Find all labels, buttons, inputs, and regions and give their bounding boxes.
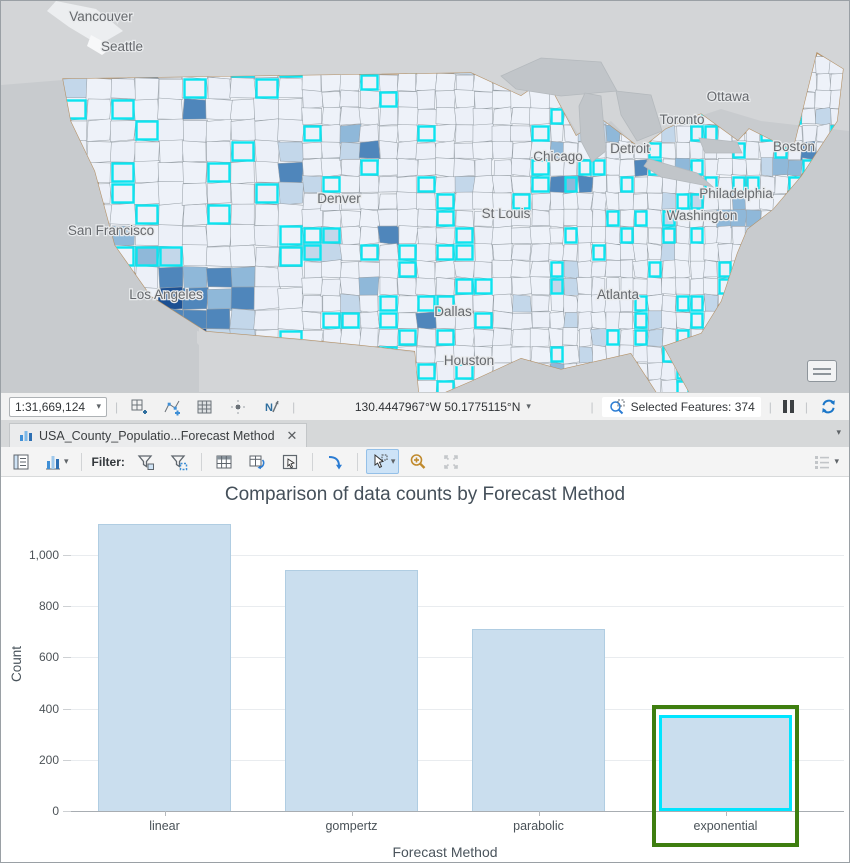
city-label: Boston (773, 139, 815, 154)
zoom-in-mode-button[interactable] (404, 449, 432, 475)
chart-properties-button[interactable] (7, 449, 35, 475)
coordinates-value: 130.4447967°W 50.1775115°N (354, 399, 521, 414)
x-tick (538, 811, 540, 816)
separator: | (590, 399, 594, 414)
close-icon[interactable]: ✕ (281, 428, 298, 444)
bar-linear[interactable] (98, 524, 231, 811)
y-tick (63, 811, 71, 812)
bar-chart-icon (20, 431, 32, 441)
usa-county-map[interactable]: Vancouver Seattle San Francisco Los Angeles… (1, 1, 849, 392)
map-coordinates[interactable]: 130.4447967°W 50.1775115°N ▾ (355, 400, 531, 414)
filter-by-selection-button[interactable] (132, 449, 160, 475)
sketch-edit-icon[interactable] (159, 395, 185, 419)
y-tick-label: 200 (38, 752, 59, 767)
separator (356, 452, 358, 471)
bar-gompertz[interactable] (285, 570, 418, 811)
city-label: Denver (317, 191, 361, 206)
separator: | (804, 399, 808, 414)
y-tick (63, 708, 71, 710)
map-statusbar: 1:31,669,124 ▾ | N | 130.4447967°W 50.17… (1, 392, 849, 420)
city-label: Dallas (434, 304, 472, 319)
grid-plus-icon[interactable] (126, 395, 152, 419)
city-label: Toronto (659, 112, 704, 127)
city-label: Ottawa (707, 89, 750, 104)
separator: | (768, 399, 772, 414)
x-tick (164, 811, 166, 816)
map-scale-value: 1:31,669,124 (15, 399, 86, 414)
y-tick-label: 800 (38, 599, 59, 614)
chart-tab-strip: USA_County_Populatio...Forecast Method ✕… (1, 420, 849, 447)
separator (200, 452, 202, 471)
arcgis-window: Vancouver Seattle San Francisco Los Angeles… (0, 0, 850, 863)
chart-gallery-button[interactable]: ▾ (40, 449, 73, 475)
chart-panel: Comparison of data counts by Forecast Me… (1, 477, 849, 862)
refresh-icon[interactable] (816, 395, 841, 418)
highlight-annotation-box (652, 705, 799, 847)
filter-by-extent-button[interactable] (165, 449, 193, 475)
switch-selection-button[interactable] (243, 449, 271, 475)
selected-features-count: Selected Features: 374 (630, 399, 755, 414)
map-messages-icon[interactable] (807, 360, 837, 382)
separator: | (115, 399, 119, 414)
filter-label: Filter: (91, 454, 125, 469)
y-tick (63, 759, 71, 761)
separator (311, 452, 313, 471)
sort-button[interactable] (321, 449, 349, 475)
tab-label: USA_County_Populatio...Forecast Method (39, 428, 275, 443)
show-data-table-button[interactable] (210, 449, 238, 475)
snapping-icon[interactable] (225, 395, 251, 419)
y-tick-label: 1,000 (28, 547, 59, 562)
separator (80, 452, 82, 471)
x-label-gompertz: gompertz (325, 819, 378, 833)
y-tick-label: 400 (38, 701, 59, 716)
city-label: Detroit (610, 141, 650, 156)
chevron-down-icon: ▾ (96, 401, 101, 411)
bar-parabolic[interactable] (472, 629, 605, 811)
full-extent-button[interactable] (437, 449, 465, 475)
y-tick (63, 606, 71, 608)
city-label: Washington (667, 208, 738, 223)
y-tick (63, 554, 71, 556)
chevron-down-icon: ▾ (834, 456, 839, 466)
tab-chart-forecast-method[interactable]: USA_County_Populatio...Forecast Method ✕ (9, 423, 308, 447)
chevron-down-icon: ▾ (526, 401, 531, 411)
chart-title: Comparison of data counts by Forecast Me… (224, 484, 626, 505)
selection-mode-button[interactable]: ▾ (365, 449, 400, 474)
chevron-down-icon: ▾ (390, 456, 396, 466)
chevron-down-icon: ▾ (64, 456, 69, 466)
city-label: Los Angeles (129, 287, 203, 302)
x-tick (351, 811, 353, 816)
city-label: Chicago (533, 149, 583, 164)
tab-list-chevron-icon[interactable]: ▾ (836, 428, 841, 437)
north-arrow-icon[interactable]: N (258, 395, 284, 419)
selected-features-chip[interactable]: Selected Features: 374 (601, 396, 761, 417)
city-label: Seattle (101, 39, 143, 54)
city-label: San Francisco (68, 223, 154, 238)
y-tick-label: 0 (52, 804, 59, 818)
legend-list-button[interactable]: ▾ (808, 450, 843, 474)
city-label: St Louis (482, 206, 531, 221)
zoom-to-selection-icon (609, 399, 625, 414)
select-in-table-button[interactable] (276, 449, 304, 475)
map-scale-combobox[interactable]: 1:31,669,124 ▾ (9, 396, 107, 417)
grid-icon[interactable] (192, 395, 218, 419)
separator: | (292, 399, 296, 414)
svg-text:N: N (265, 402, 273, 414)
city-label: Houston (444, 353, 494, 368)
x-label-parabolic: parabolic (513, 819, 564, 833)
y-tick (63, 657, 71, 659)
y-tick-label: 600 (38, 650, 59, 665)
city-label: Atlanta (597, 287, 640, 302)
pause-drawing-icon[interactable] (780, 400, 797, 413)
city-label: Vancouver (69, 9, 133, 24)
x-label-linear: linear (149, 819, 180, 833)
city-label: Philadelphia (699, 186, 773, 201)
map-view[interactable]: Vancouver Seattle San Francisco Los Angeles… (1, 1, 849, 392)
chart-toolbar: ▾ Filter: ▾ ▾ (1, 447, 849, 477)
